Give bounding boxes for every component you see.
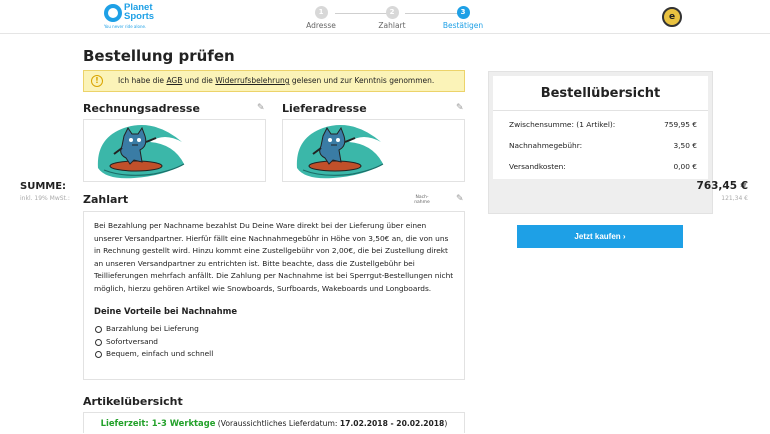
logo-name: Planet Sports: [124, 2, 155, 22]
top-bar: Planet Sports You never ride alone. 1 Ad…: [0, 0, 770, 34]
chevron-right-icon: ›: [622, 232, 626, 241]
terms-notice: ! Ich habe die AGB und die Widerrufsbele…: [83, 70, 465, 92]
order-summary: Bestellübersicht Zwischensumme: (1 Artik…: [488, 71, 713, 214]
agb-link[interactable]: AGB: [166, 76, 182, 85]
payment-title: Zahlart: [83, 193, 129, 206]
step-number: 1: [314, 6, 328, 19]
summary-row: Zwischensumme: (1 Artikel): 759,95 €: [509, 120, 697, 129]
benefits-title: Deine Vorteile bei Nachnahme: [94, 305, 238, 316]
step-label: Adresse: [306, 21, 336, 30]
page-title: Bestellung prüfen: [83, 47, 235, 65]
total-label: SUMME:: [20, 181, 67, 192]
planet-sports-logo[interactable]: Planet Sports You never ride alone.: [104, 3, 164, 31]
surfer-illustration: [97, 125, 185, 179]
benefits-list: Barzahlung bei Lieferung Sofortversand B…: [94, 323, 454, 361]
edit-pencil-icon[interactable]: ✎: [456, 194, 464, 204]
step-number: 3: [456, 6, 470, 19]
edit-pencil-icon[interactable]: ✎: [257, 103, 265, 113]
step-label: Bestätigen: [442, 21, 484, 30]
benefit-item: Barzahlung bei Lieferung: [94, 323, 454, 336]
delivery-dates: 17.02.2018 - 20.02.2018: [339, 419, 445, 428]
shipping-address-box: [282, 119, 465, 182]
payment-description: Bei Bezahlung per Nachname bezahlst Du D…: [94, 221, 454, 293]
vat-value: 121,34 €: [721, 195, 748, 202]
edit-pencil-icon[interactable]: ✎: [456, 103, 464, 113]
summary-title: Bestellübersicht: [540, 86, 661, 101]
payment-box: Bei Bezahlung per Nachname bezahlst Du D…: [83, 211, 465, 380]
trusted-shops-badge[interactable]: e: [662, 7, 682, 27]
vat-label: inkl. 19% MwSt.:: [20, 195, 70, 202]
widerruf-link[interactable]: Widerrufsbelehrung: [215, 76, 289, 85]
step-adresse[interactable]: 1 Adresse: [286, 6, 356, 30]
delivery-time: Lieferzeit: 1-3 Werktage: [100, 418, 216, 428]
summary-row: Nachnahmegebühr: 3,50 €: [509, 141, 697, 150]
notice-text: Ich habe die AGB und die Widerrufsbelehr…: [118, 76, 435, 85]
logo-mark-icon: [104, 4, 122, 22]
benefit-item: Bequem, einfach und schnell: [94, 348, 454, 361]
checkout-steps: 1 Adresse 2 Zahlart 3 Bestätigen: [300, 4, 500, 32]
divider: [493, 110, 708, 111]
step-label: Zahlart: [378, 21, 406, 30]
step-bestaetigen: 3 Bestätigen: [428, 6, 498, 30]
buy-now-button[interactable]: Jetzt kaufen ›: [517, 225, 683, 248]
articles-title: Artikelübersicht: [83, 395, 183, 408]
benefit-item: Sofortversand: [94, 336, 454, 349]
surfer-illustration: [296, 125, 384, 179]
delivery-info: Lieferzeit: 1-3 Werktage (Voraussichtlic…: [83, 412, 465, 433]
total-value: 763,45 €: [696, 180, 748, 192]
warning-icon: !: [91, 75, 103, 87]
summary-panel: Bestellübersicht Zwischensumme: (1 Artik…: [493, 76, 708, 179]
step-number: 2: [385, 6, 399, 19]
nachnahme-logo: Nach-nahme: [414, 195, 430, 205]
step-zahlart[interactable]: 2 Zahlart: [357, 6, 427, 30]
billing-title: Rechnungsadresse: [83, 102, 200, 115]
summary-row: Versandkosten: 0,00 €: [509, 162, 697, 171]
logo-tagline: You never ride alone.: [104, 24, 147, 29]
billing-address-box: [83, 119, 266, 182]
shipping-title: Lieferadresse: [282, 102, 367, 115]
